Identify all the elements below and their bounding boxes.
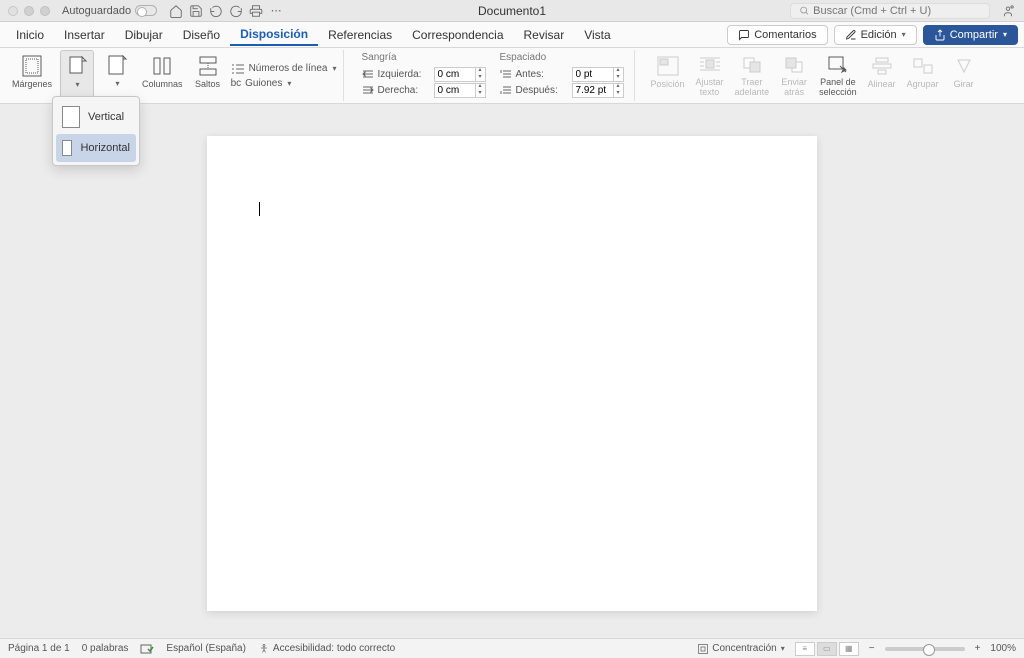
comentarios-button[interactable]: Comentarios [727,25,827,45]
minimize-window[interactable] [24,6,34,16]
chevron-down-icon: ▾ [76,80,80,89]
ribbon: Márgenes ▾ ▾ Columnas Saltos Números de … [0,48,1024,104]
view-print-layout[interactable]: ≡ [795,642,815,656]
page-portrait-icon [62,106,80,128]
orientacion-horizontal[interactable]: Horizontal [56,134,136,162]
document-page[interactable] [207,136,817,611]
antes-input[interactable]: ▴▾ [572,67,624,82]
ribbon-tabs: Inicio Insertar Dibujar Diseño Disposici… [0,22,1024,48]
panel-seleccion-button[interactable]: Panel de selección [817,50,859,101]
despues-label: Después: [516,85,568,96]
tab-diseno[interactable]: Diseño [173,24,230,46]
orientacion-dropdown: Vertical Horizontal [52,96,140,166]
orientacion-button[interactable]: ▾ [60,50,94,101]
saltos-button[interactable]: Saltos [191,50,225,101]
agrupar-button: Agrupar [905,50,941,101]
derecha-input[interactable]: ▴▾ [434,83,486,98]
page-landscape-icon [62,140,72,156]
antes-label: Antes: [516,69,568,80]
tab-disposicion[interactable]: Disposición [230,23,318,46]
tab-revisar[interactable]: Revisar [514,24,575,46]
titlebar: Autoguardado ⋯ Documento1 [0,0,1024,22]
comentarios-label: Comentarios [754,29,816,41]
margenes-button[interactable]: Márgenes [10,50,54,101]
zoom-out[interactable]: − [869,643,875,654]
compartir-label: Compartir [950,29,998,41]
izquierda-label: Izquierda: [378,69,430,80]
view-read-mode[interactable]: ▭ [817,642,837,656]
tab-vista[interactable]: Vista [574,24,620,46]
concentracion-button[interactable]: Concentración▾ [697,643,785,655]
statusbar: Página 1 de 1 0 palabras Español (España… [0,638,1024,658]
status-words[interactable]: 0 palabras [82,643,129,654]
document-area [0,104,1024,644]
ribbon-group-paragraph: Sangría Izquierda: ▴▾ Derecha: ▴▾ Espaci… [352,50,635,101]
tab-inicio[interactable]: Inicio [6,24,54,46]
columnas-button[interactable]: Columnas [140,50,185,101]
tab-referencias[interactable]: Referencias [318,24,402,46]
guiones-button[interactable]: bc Guiones▾ [231,78,337,89]
enviar-atras-button: Enviar atrás [777,50,811,101]
ribbon-group-page-setup: Márgenes ▾ ▾ Columnas Saltos Números de … [4,50,344,101]
tamano-button[interactable]: ▾ [100,50,134,101]
alinear-button: Alinear [865,50,899,101]
home-icon[interactable] [169,4,183,18]
girar-button: Girar [947,50,981,101]
zoom-slider[interactable] [885,647,965,651]
redo-icon[interactable] [229,4,243,18]
chevron-down-icon: ▾ [1003,30,1007,39]
ribbon-group-arrange: Posición Ajustar texto Traer adelante En… [643,50,987,101]
despues-input[interactable]: ▴▾ [572,83,624,98]
compartir-button[interactable]: Compartir ▾ [923,25,1018,45]
ribbon-small-controls: Números de línea▾ bc Guiones▾ [231,50,337,101]
view-buttons: ≡ ▭ ▦ [795,642,859,656]
document-title: Documento1 [478,4,546,18]
close-window[interactable] [8,6,18,16]
sangria-label: Sangría [362,52,486,63]
save-icon[interactable] [189,4,203,18]
orientacion-vertical[interactable]: Vertical [56,100,136,134]
window-controls [8,6,50,16]
status-spellcheck-icon[interactable] [140,643,154,655]
quick-access-toolbar: ⋯ [169,4,283,18]
ajustar-texto-button: Ajustar texto [693,50,727,101]
undo-icon[interactable] [209,4,223,18]
view-web-layout[interactable]: ▦ [839,642,859,656]
espaciado-label: Espaciado [500,52,624,63]
chevron-down-icon: ▾ [287,79,291,88]
chevron-down-icon: ▾ [333,64,337,73]
izquierda-input[interactable]: ▴▾ [434,67,486,82]
search-box[interactable] [790,3,990,19]
traer-adelante-button: Traer adelante [733,50,772,101]
edicion-label: Edición [861,29,897,41]
chevron-down-icon: ▾ [116,79,120,88]
edicion-button[interactable]: Edición ▾ [834,25,917,45]
posicion-button: Posición [649,50,687,101]
maximize-window[interactable] [40,6,50,16]
tab-correspondencia[interactable]: Correspondencia [402,24,513,46]
text-cursor [259,202,260,216]
chevron-down-icon: ▾ [902,30,906,39]
zoom-level[interactable]: 100% [990,643,1016,654]
search-input[interactable] [813,5,981,17]
status-lang[interactable]: Español (España) [166,643,246,654]
more-icon[interactable]: ⋯ [269,4,283,18]
tab-dibujar[interactable]: Dibujar [115,24,173,46]
derecha-label: Derecha: [378,85,430,96]
autosave-toggle[interactable] [135,5,157,16]
chevron-down-icon: ▾ [781,644,785,653]
status-page[interactable]: Página 1 de 1 [8,643,70,654]
share-icon[interactable] [1000,3,1016,19]
print-icon[interactable] [249,4,263,18]
status-accessibility[interactable]: Accesibilidad: todo correcto [258,643,395,655]
zoom-in[interactable]: + [975,643,981,654]
tab-insertar[interactable]: Insertar [54,24,115,46]
numeros-linea-button[interactable]: Números de línea▾ [231,63,337,75]
autosave-label: Autoguardado [62,5,131,17]
